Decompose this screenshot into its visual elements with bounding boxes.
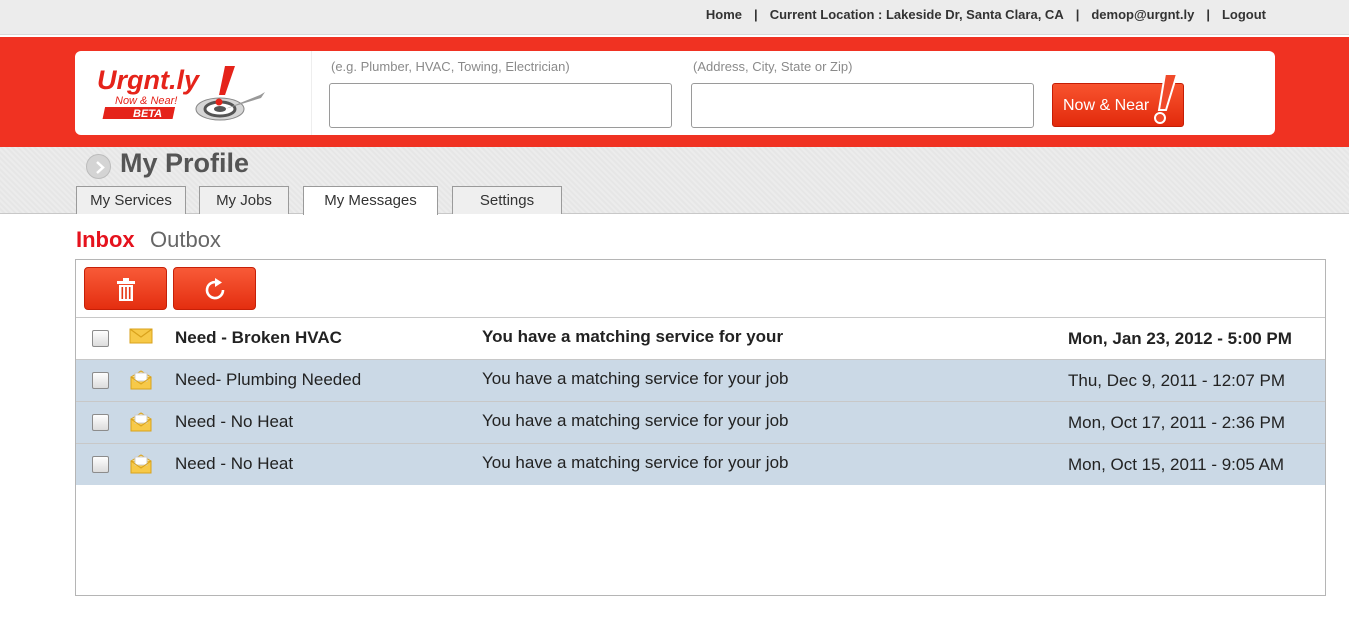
message-row[interactable]: Need - No Heat You have a matching servic… [76,443,1325,485]
nav-separator: | [754,7,758,22]
message-subject[interactable]: Need- Plumbing Needed [175,370,361,390]
nav-separator: | [1206,7,1210,22]
message-row[interactable]: Need - No Heat You have a matching servic… [76,401,1325,443]
service-search-input[interactable] [329,83,672,128]
message-row[interactable]: Need - Broken HVAC You have a matching se… [76,317,1325,359]
location-hint: (Address, City, State or Zip) [693,59,853,74]
message-date: Mon, Oct 17, 2011 - 2:36 PM [1068,413,1286,432]
open-envelope-icon [129,412,153,437]
message-checkbox[interactable] [92,456,109,473]
trash-icon [117,278,135,301]
message-checkbox[interactable] [92,330,109,347]
logo[interactable]: Urgnt.ly Now & Near! BETA [75,51,312,135]
refresh-icon [205,278,225,300]
svg-text:Now & Near!: Now & Near! [115,95,177,107]
delete-button[interactable] [84,267,167,310]
message-subject[interactable]: Need - Broken HVAC [175,328,342,348]
message-checkbox[interactable] [92,414,109,431]
now-and-near-label: Now & Near [1063,97,1150,114]
profile-section: My Profile My Services My Jobs My Messag… [0,147,1349,215]
message-preview[interactable]: You have a matching service for your [482,327,783,347]
svg-text:Urgnt.ly: Urgnt.ly [97,65,201,95]
exclamation-icon [1154,73,1179,124]
location-search-input[interactable] [691,83,1034,128]
header-band: Urgnt.ly Now & Near! BETA (e.g. Plumber,… [0,37,1349,147]
message-subject[interactable]: Need - No Heat [175,412,293,432]
open-envelope-icon [129,454,153,479]
inbox-link[interactable]: Inbox [76,227,135,253]
outbox-link[interactable]: Outbox [150,227,221,253]
nav-separator: | [1075,7,1080,22]
now-and-near-button[interactable]: Now & Near [1052,73,1184,127]
tab-settings[interactable]: Settings [452,186,562,214]
urgntly-logo: Urgnt.ly Now & Near! BETA [97,65,265,121]
message-preview[interactable]: You have a matching service for your job [482,369,789,389]
top-bar: Home | Current Location : Lakeside Dr, S… [0,0,1349,35]
refresh-button[interactable] [173,267,256,310]
arrow-circle-icon [86,154,111,179]
current-location-link[interactable]: Current Location : Lakeside Dr, Santa Cl… [770,7,1064,22]
message-subject[interactable]: Need - No Heat [175,454,293,474]
messages-panel: Need - Broken HVAC You have a matching se… [75,259,1326,596]
top-nav: Home | Current Location : Lakeside Dr, S… [706,7,1266,22]
message-preview[interactable]: You have a matching service for your job [482,411,789,431]
search-panel: Urgnt.ly Now & Near! BETA (e.g. Plumber,… [75,51,1275,135]
page-title: My Profile [120,148,250,178]
service-hint: (e.g. Plumber, HVAC, Towing, Electrician… [331,59,570,74]
envelope-icon [129,328,153,349]
logout-link[interactable]: Logout [1222,7,1266,22]
message-row[interactable]: Need- Plumbing Needed You have a matching… [76,359,1325,401]
svg-text:BETA: BETA [133,108,162,120]
message-date: Thu, Dec 9, 2011 - 12:07 PM [1068,371,1286,390]
message-date: Mon, Oct 15, 2011 - 9:05 AM [1068,455,1285,474]
user-email-link[interactable]: demop@urgnt.ly [1091,7,1194,22]
open-envelope-icon [129,370,153,395]
message-date: Mon, Jan 23, 2012 - 5:00 PM [1068,329,1292,348]
home-link[interactable]: Home [706,7,742,22]
tab-my-jobs[interactable]: My Jobs [199,186,289,214]
message-checkbox[interactable] [92,372,109,389]
tab-my-messages[interactable]: My Messages [303,186,438,215]
message-preview[interactable]: You have a matching service for your job [482,453,789,473]
tab-my-services[interactable]: My Services [76,186,186,214]
